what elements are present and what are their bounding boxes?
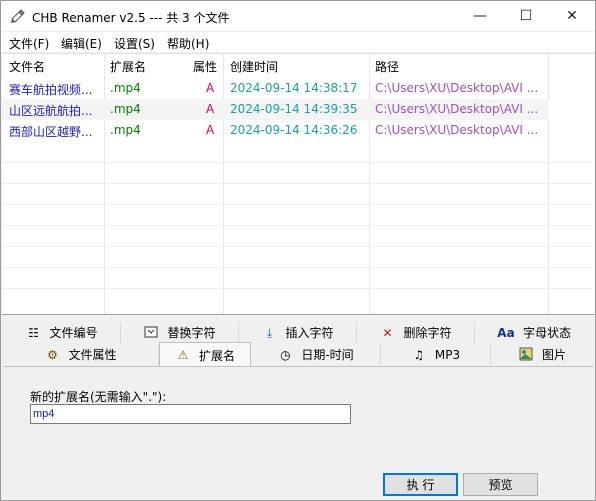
grid-line: [2, 267, 592, 268]
grid-line: [2, 204, 592, 205]
tab-delete-chars[interactable]: ✕ 删除字符: [357, 322, 475, 343]
menu-edit[interactable]: 编辑(E): [61, 35, 102, 52]
tab-label: 文件属性: [68, 348, 117, 362]
music-icon: ♫: [413, 347, 425, 362]
cell-ext: .mp4: [110, 102, 141, 116]
window-title: CHB Renamer v2.5 --- 共 3 个文件: [32, 11, 230, 25]
column-header-created[interactable]: 创建时间: [230, 54, 278, 76]
column-header-ext[interactable]: 扩展名: [110, 54, 146, 76]
tab-replace-chars[interactable]: 替换字符: [121, 322, 239, 343]
clock-icon: ◷: [280, 347, 291, 362]
file-list[interactable]: 文件名 扩展名 属性 创建时间 路径 赛车航拍视频... .mp4 A 2024…: [2, 53, 594, 315]
extension-warning-icon: ⚠: [177, 348, 189, 362]
tab-label: 替换字符: [167, 326, 216, 340]
grid-line: [2, 225, 592, 226]
cell-path: C:\Users\XU\Desktop\AVI ...: [375, 81, 539, 95]
table-row[interactable]: 山区远航航拍... .mp4 A 2024-09-14 14:39:35 C:\…: [2, 99, 549, 120]
minimize-button[interactable]: —: [457, 1, 503, 31]
cell-ext: .mp4: [110, 123, 141, 137]
cell-attr: A: [206, 102, 215, 116]
cell-created: 2024-09-14 14:36:26: [230, 123, 358, 137]
table-row[interactable]: 赛车航拍视频... .mp4 A 2024-09-14 14:38:17 C:\…: [2, 78, 549, 99]
cell-attr: A: [206, 81, 215, 95]
cell-created: 2024-09-14 14:39:35: [230, 102, 358, 116]
app-window: CHB Renamer v2.5 --- 共 3 个文件 — ☐ ✕ 文件(F)…: [0, 0, 596, 501]
cell-created: 2024-09-14 14:38:17: [230, 81, 358, 95]
cell-name: 西部山区越野...: [9, 125, 93, 139]
tab-label: 插入字符: [285, 326, 334, 340]
grid-line: [2, 288, 592, 289]
cell-path: C:\Users\XU\Desktop\AVI ...: [375, 123, 539, 137]
menu-help[interactable]: 帮助(H): [167, 35, 209, 52]
title-bar: CHB Renamer v2.5 --- 共 3 个文件 — ☐ ✕: [1, 1, 595, 31]
replace-icon: [143, 325, 159, 341]
menu-file[interactable]: 文件(F): [9, 35, 49, 52]
tab-label: 删除字符: [403, 326, 452, 340]
letter-case-icon: Aa: [497, 325, 515, 340]
cell-ext: .mp4: [110, 81, 141, 95]
new-extension-label: 新的扩展名(无需输入"."):: [30, 390, 167, 404]
execute-button[interactable]: 执 行: [383, 473, 458, 496]
grid-line: [2, 183, 592, 184]
cell-name: 赛车航拍视频...: [9, 83, 93, 97]
tab-extension[interactable]: ⚠ 扩展名: [159, 342, 251, 367]
tab-label: 图片: [541, 348, 566, 362]
grid-line: [2, 162, 592, 163]
tab-file-numbering[interactable]: ☷ 文件编号: [3, 322, 121, 343]
cell-name: 山区远航航拍...: [9, 104, 93, 118]
close-button[interactable]: ✕: [549, 1, 595, 31]
menu-settings[interactable]: 设置(S): [114, 35, 155, 52]
grid-line: [2, 246, 592, 247]
tab-file-attributes[interactable]: ⚙ 文件属性: [3, 344, 159, 365]
table-row[interactable]: 西部山区越野... .mp4 A 2024-09-14 14:36:26 C:\…: [2, 120, 549, 141]
column-header-name[interactable]: 文件名: [9, 54, 45, 76]
tab-label: 字母状态: [522, 326, 571, 340]
cell-path: C:\Users\XU\Desktop\AVI ...: [375, 102, 539, 116]
tab-insert-chars[interactable]: ⤓ 插入字符: [239, 322, 357, 343]
cell-attr: A: [206, 123, 215, 137]
tab-mp3[interactable]: ♫ MP3: [381, 344, 491, 365]
preview-button[interactable]: 预览: [463, 473, 538, 496]
list-numbered-icon: ☷: [28, 325, 39, 340]
picture-icon: [518, 347, 534, 363]
tab-label: MP3: [434, 347, 461, 362]
gear-icon: ⚙: [47, 347, 58, 362]
tab-letter-case[interactable]: Aa 字母状态: [475, 322, 593, 343]
tab-picture[interactable]: 图片: [491, 344, 593, 365]
delete-x-icon: ✕: [382, 325, 393, 340]
tab-label: 日期-时间: [301, 348, 354, 362]
column-header-attr[interactable]: 属性: [193, 54, 217, 76]
app-logo-icon: [11, 9, 25, 23]
tab-label: 文件编号: [49, 326, 98, 340]
tab-label: 扩展名: [198, 348, 235, 363]
insert-arrow-icon: ⤓: [266, 325, 273, 340]
maximize-button[interactable]: ☐: [503, 1, 549, 31]
new-extension-input[interactable]: [30, 404, 351, 424]
column-header-path[interactable]: 路径: [375, 54, 399, 76]
menu-bar: 文件(F) 编辑(E) 设置(S) 帮助(H): [1, 32, 595, 52]
tab-date-time[interactable]: ◷ 日期-时间: [251, 344, 381, 365]
